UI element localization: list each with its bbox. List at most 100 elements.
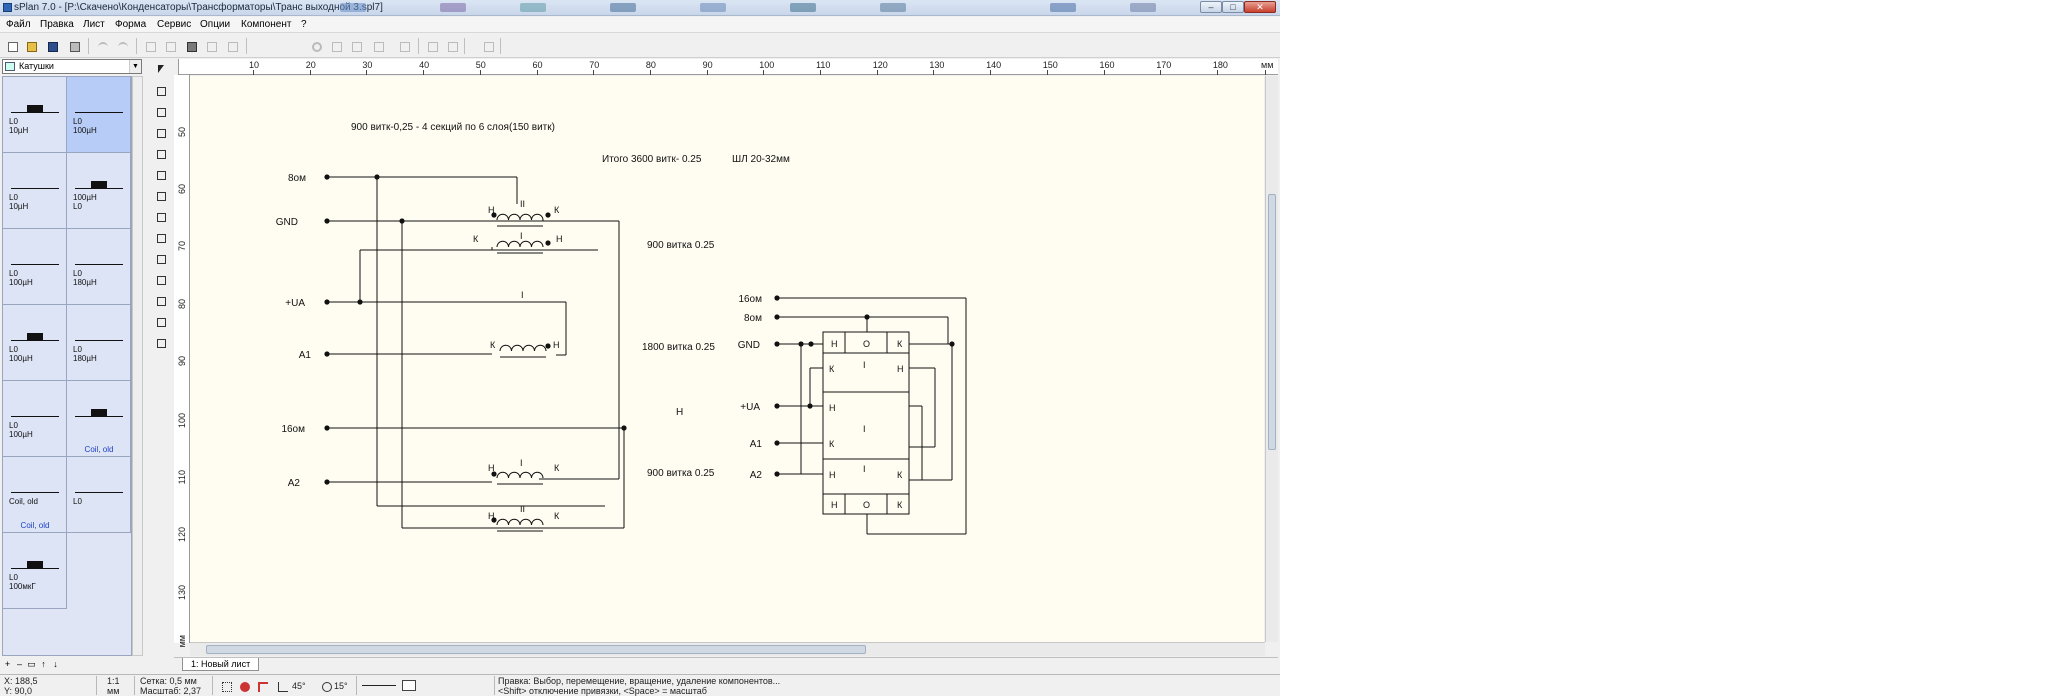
text-tool-icon[interactable] (152, 250, 170, 268)
palette-item-label: 100µH L0 (73, 193, 97, 211)
ruler-tick-label: 70 (177, 241, 187, 252)
palette-item[interactable]: L0 (67, 457, 131, 533)
palette-item[interactable]: L0 100µH (3, 305, 67, 381)
menu-help[interactable]: ? (301, 19, 307, 30)
delete-icon[interactable] (224, 38, 240, 54)
new-file-icon[interactable] (4, 38, 20, 54)
fill-color-icon[interactable] (402, 680, 416, 691)
inductor-winding (496, 471, 544, 479)
ellipse-tool-icon[interactable] (152, 103, 170, 121)
palette-item[interactable]: L0 180µH (67, 229, 131, 305)
rotate-angle-icon[interactable] (318, 678, 334, 694)
palette-nav-button[interactable]: ↓ (50, 659, 61, 669)
palette-item-label: L0 100µH (73, 117, 97, 135)
palette-item[interactable]: L0 10µH (3, 77, 67, 153)
ruler-tick-label: 120 (177, 527, 187, 543)
polygon-tool-icon[interactable] (152, 124, 170, 142)
inductor-winding (496, 518, 544, 526)
winding-block (822, 331, 910, 515)
to-back-icon[interactable] (444, 38, 460, 54)
open-file-icon[interactable] (23, 38, 39, 54)
textbox-tool-icon[interactable] (152, 271, 170, 289)
junction-tool-icon[interactable] (152, 229, 170, 247)
drawing-canvas[interactable]: 900 витк-0,25 - 4 секций по 6 слоя(150 в… (190, 76, 1264, 642)
ruler-tick-label: 40 (419, 60, 430, 70)
maximize-button[interactable]: □ (1222, 1, 1244, 13)
save-icon[interactable] (44, 38, 60, 54)
group-icon[interactable] (396, 38, 412, 54)
undo-icon[interactable] (94, 38, 110, 54)
status-bar: X: 188,5 Y: 90,0 1:1 мм Сетка: 0,5 мм Ма… (0, 674, 1280, 696)
print-icon[interactable] (66, 38, 82, 54)
duplicate-icon[interactable] (203, 38, 219, 54)
vertical-scrollbar[interactable] (1265, 76, 1278, 642)
close-button[interactable]: ✕ (1244, 1, 1276, 13)
palette-item[interactable]: L0 100µH (3, 229, 67, 305)
dimension-tool-icon[interactable] (152, 208, 170, 226)
scroll-thumb[interactable] (1268, 194, 1276, 450)
mirror-h-icon[interactable] (328, 38, 344, 54)
minimize-button[interactable]: – (1200, 1, 1222, 13)
angle-icon[interactable] (274, 678, 290, 694)
horizontal-scrollbar[interactable] (190, 642, 1265, 656)
cursor-x: X: 188,5 (4, 676, 38, 686)
palette-item[interactable]: L0 100µH (67, 77, 131, 153)
schematic-label: I (863, 360, 866, 370)
menu-form[interactable]: Форма (115, 19, 146, 30)
paste-icon[interactable] (183, 38, 199, 54)
to-front-icon[interactable] (424, 38, 440, 54)
align-icon[interactable] (370, 38, 386, 54)
palette-item[interactable]: L0 100µH (3, 381, 67, 457)
schematic: 900 витк-0,25 - 4 секций по 6 слоя(150 в… (276, 122, 967, 535)
redo-icon[interactable] (114, 38, 130, 54)
palette-item[interactable]: 100µH L0 (67, 153, 131, 229)
palette-nav-button[interactable]: ↑ (38, 659, 49, 669)
cut-icon[interactable] (142, 38, 158, 54)
palette-item-label: L0 10µH (9, 193, 29, 211)
palette-nav-button[interactable]: – (14, 659, 25, 669)
palette-nav-button[interactable]: + (2, 659, 13, 669)
image-tool-icon[interactable] (152, 292, 170, 310)
rotate-icon[interactable] (308, 38, 324, 54)
menu-options[interactable]: Опции (200, 19, 230, 30)
junction-dot (545, 343, 551, 349)
window-title: sPlan 7.0 - [P:\Скачено\Конденсаторы\Тра… (14, 2, 383, 13)
app-icon (3, 3, 12, 12)
toolbar-separator (136, 38, 137, 54)
grid-icon[interactable] (218, 678, 234, 694)
menu-file[interactable]: Файл (6, 19, 31, 30)
ungroup-icon[interactable] (480, 38, 496, 54)
rect-tool-icon[interactable] (152, 82, 170, 100)
palette-item[interactable]: L0 10µH (3, 153, 67, 229)
copy-icon[interactable] (162, 38, 178, 54)
menu-service[interactable]: Сервис (157, 19, 191, 30)
bezier-tool-icon[interactable] (152, 145, 170, 163)
palette-item-label: L0 (73, 497, 82, 506)
snap-icon[interactable] (236, 678, 252, 694)
zoom-tool-icon[interactable] (152, 313, 170, 331)
category-select[interactable]: Катушки ▼ (2, 59, 142, 74)
menu-sheet[interactable]: Лист (83, 19, 105, 30)
chevron-down-icon[interactable]: ▼ (129, 60, 141, 73)
menu-component[interactable]: Компонент (241, 19, 291, 30)
line-tool-icon[interactable] (152, 166, 170, 184)
line-style-icon[interactable] (362, 685, 396, 686)
mirror-v-icon[interactable] (348, 38, 364, 54)
menu-edit[interactable]: Правка (40, 19, 74, 30)
scroll-thumb[interactable] (206, 645, 866, 654)
tab-sheet-1[interactable]: 1: Новый лист (182, 658, 260, 671)
palette-item[interactable]: L0 180µH (67, 305, 131, 381)
spline-tool-icon[interactable] (152, 187, 170, 205)
palette-item[interactable]: Coil, old (67, 381, 131, 457)
title-bar[interactable]: sPlan 7.0 - [P:\Скачено\Конденсаторы\Тра… (0, 0, 1280, 16)
palette-nav-button[interactable]: ▭ (26, 659, 37, 670)
measure-tool-icon[interactable] (152, 334, 170, 352)
magnet-icon[interactable] (254, 678, 270, 694)
desktop-background (1280, 0, 2048, 696)
toolbar-separator (500, 38, 501, 54)
select-tool-icon[interactable] (152, 61, 170, 79)
palette-item[interactable]: Coil, old Coil, old (3, 457, 67, 533)
palette-scrollbar[interactable] (132, 76, 143, 656)
palette-item[interactable]: L0 100мкГ (3, 533, 67, 609)
inductor-icon (75, 405, 123, 417)
